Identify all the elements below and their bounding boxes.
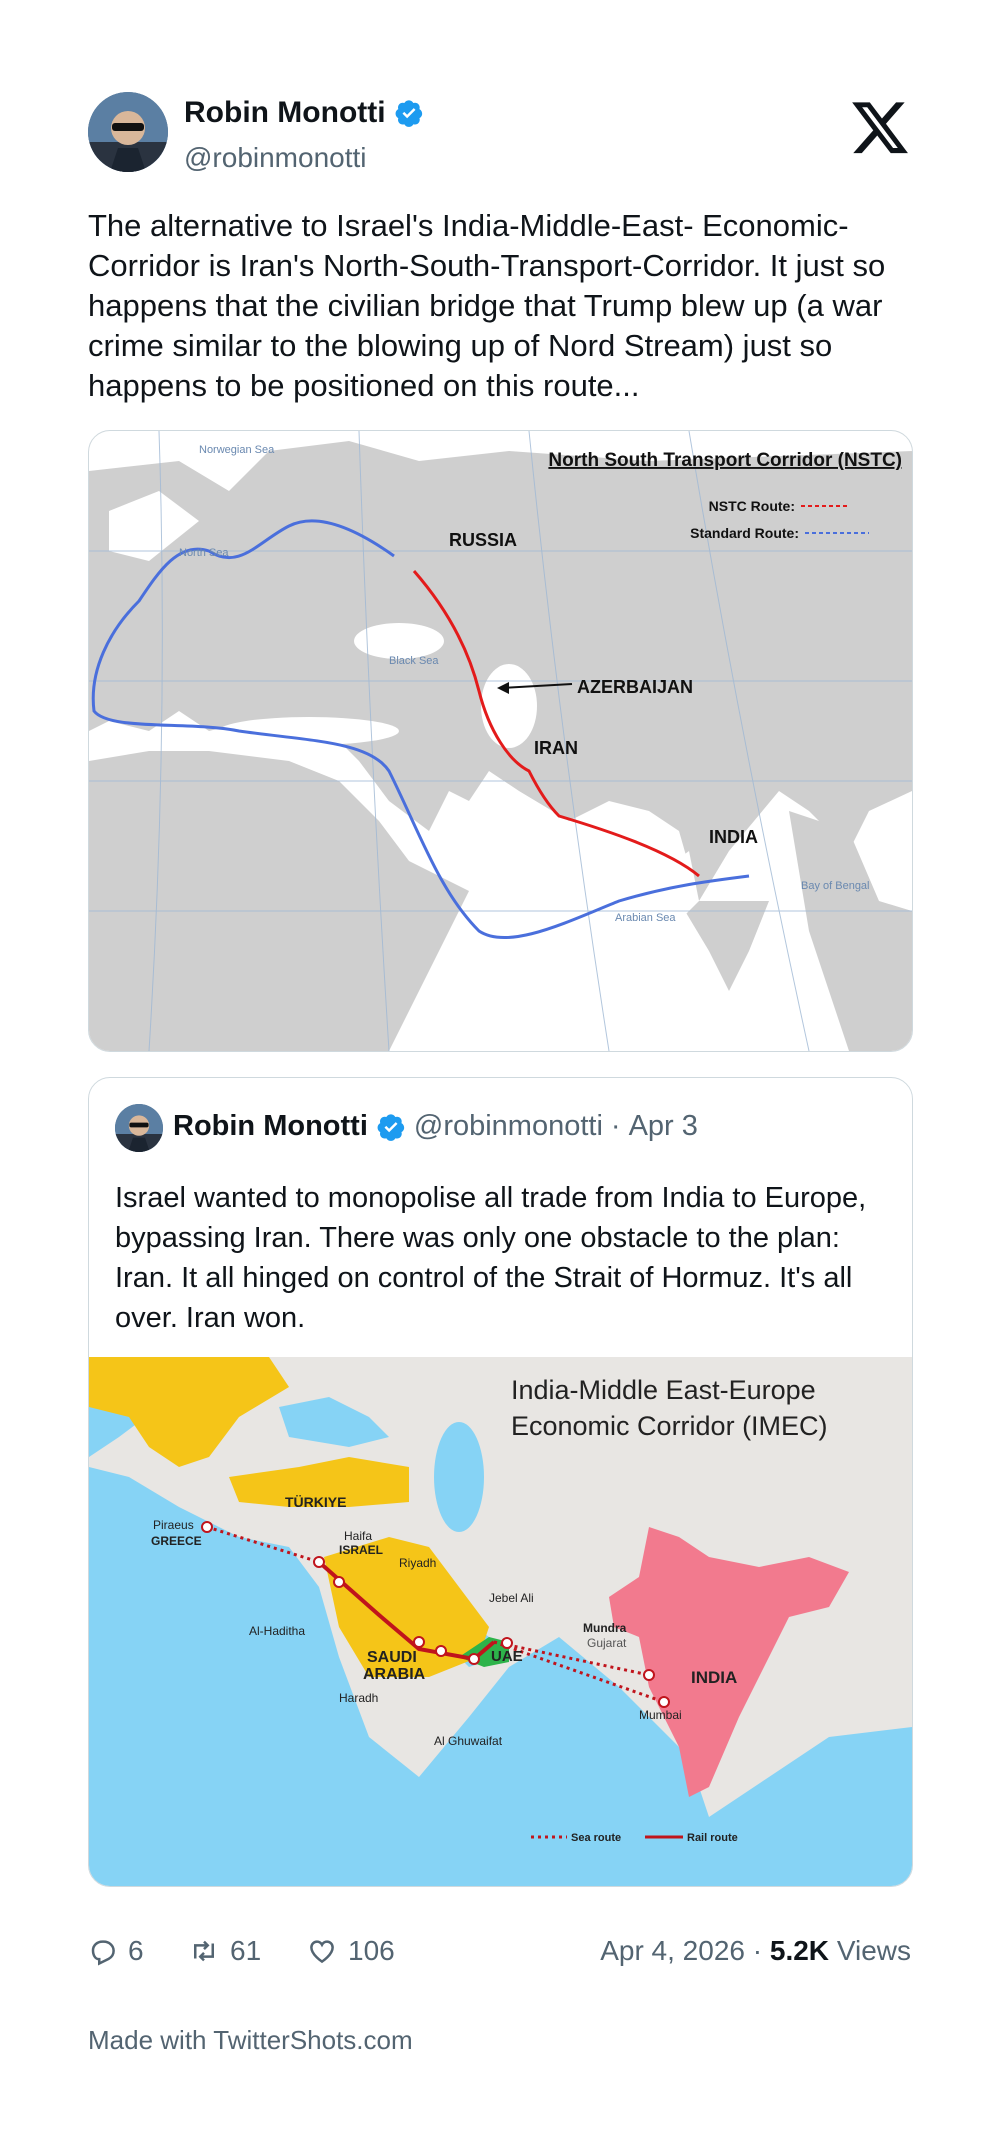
reply-button[interactable]: 6 — [88, 1935, 144, 1967]
quoted-tweet[interactable]: Robin Monotti @robinmonotti · Apr 3 Isra… — [88, 1077, 913, 1887]
label-jebel-ali: Jebel Ali — [489, 1591, 534, 1605]
label-gujarat: Gujarat — [587, 1636, 627, 1650]
tweet-date[interactable]: Apr 4, 2026 — [600, 1935, 745, 1966]
label-iran: IRAN — [534, 738, 578, 758]
quote-author-handle[interactable]: @robinmonotti — [414, 1110, 603, 1143]
author-name[interactable]: Robin Monotti — [184, 96, 386, 130]
heart-icon — [310, 1940, 334, 1964]
nstc-map: North South Transport Corridor (NSTC) NS… — [89, 431, 912, 1051]
nstc-title: North South Transport Corridor (NSTC) — [548, 450, 902, 471]
imec-title-line1: India-Middle East-Europe — [511, 1375, 816, 1405]
label-north-sea: North Sea — [179, 547, 229, 559]
quote-text: Israel wanted to monopolise all trade fr… — [115, 1182, 867, 1334]
label-bay-of-bengal: Bay of Bengal — [801, 880, 870, 892]
label-turkiye: TÜRKIYE — [285, 1494, 346, 1510]
legend-nstc-label: NSTC Route: — [709, 498, 795, 514]
author-avatar[interactable] — [88, 92, 168, 172]
legend-rail-route: Rail route — [687, 1832, 738, 1844]
quote-author-avatar[interactable] — [115, 1104, 163, 1152]
label-arabian-sea: Arabian Sea — [615, 912, 676, 924]
views-label: Views — [836, 1935, 911, 1966]
author-name-row[interactable]: Robin Monotti — [184, 96, 424, 130]
label-uae: UAE — [491, 1648, 523, 1665]
author-handle[interactable]: @robinmonotti — [184, 142, 367, 174]
x-logo-icon[interactable] — [852, 102, 910, 156]
quote-author-name[interactable]: Robin Monotti — [173, 1110, 368, 1143]
label-norwegian-sea: Norwegian Sea — [199, 444, 275, 456]
imec-map: India-Middle East-Europe Economic Corrid… — [89, 1357, 912, 1886]
tweet-text: The alternative to Israel's India-Middle… — [88, 208, 886, 403]
quote-date[interactable]: Apr 3 — [629, 1110, 698, 1143]
label-riyadh: Riyadh — [399, 1556, 436, 1570]
footer-credit[interactable]: Made with TwitterShots.com — [88, 2025, 413, 2056]
quote-header: Robin Monotti @robinmonotti · Apr 3 — [173, 1110, 698, 1143]
label-al-ghuwaifat: Al Ghuwaifat — [434, 1734, 503, 1748]
label-russia: RUSSIA — [449, 530, 517, 550]
reply-icon — [91, 1940, 115, 1966]
label-saudi-2: ARABIA — [363, 1666, 426, 1683]
legend-sea-route: Sea route — [571, 1832, 621, 1844]
label-azerbaijan: AZERBAIJAN — [577, 677, 693, 697]
tweet-actions: 6 61 106 Apr 4, 2026 · 5.2K Views — [88, 1935, 911, 1975]
label-saudi-1: SAUDI — [367, 1649, 417, 1666]
tweet-date-views: Apr 4, 2026 · 5.2K Views — [600, 1935, 911, 1967]
retweet-count: 61 — [230, 1935, 262, 1966]
label-india: INDIA — [709, 827, 758, 847]
label-greece: GREECE — [151, 1534, 202, 1548]
label-israel: ISRAEL — [339, 1543, 383, 1557]
quote-separator: · — [610, 1110, 621, 1142]
like-count: 106 — [348, 1935, 395, 1966]
label-black-sea: Black Sea — [389, 655, 439, 667]
label-mundra: Mundra — [583, 1621, 627, 1635]
label-mumbai: Mumbai — [639, 1708, 682, 1722]
verified-badge-icon — [377, 1113, 405, 1141]
retweet-button[interactable]: 61 — [188, 1935, 261, 1967]
views-count: 5.2K — [769, 1935, 830, 1966]
label-haifa: Haifa — [344, 1529, 372, 1543]
legend-standard-label: Standard Route: — [690, 525, 799, 541]
nstc-map-image[interactable]: North South Transport Corridor (NSTC) NS… — [88, 430, 913, 1052]
reply-count: 6 — [128, 1935, 144, 1966]
label-piraeus: Piraeus — [153, 1518, 194, 1532]
label-haradh: Haradh — [339, 1691, 378, 1705]
date-separator: · — [752, 1935, 763, 1966]
imec-title-line2: Economic Corridor (IMEC) — [511, 1411, 828, 1441]
imec-map-image[interactable]: India-Middle East-Europe Economic Corrid… — [89, 1357, 912, 1886]
like-button[interactable]: 106 — [306, 1935, 395, 1967]
verified-badge-icon — [395, 100, 422, 127]
retweet-icon — [194, 1940, 214, 1962]
label-india-imec: INDIA — [691, 1668, 737, 1687]
label-al-haditha: Al-Haditha — [249, 1624, 305, 1638]
